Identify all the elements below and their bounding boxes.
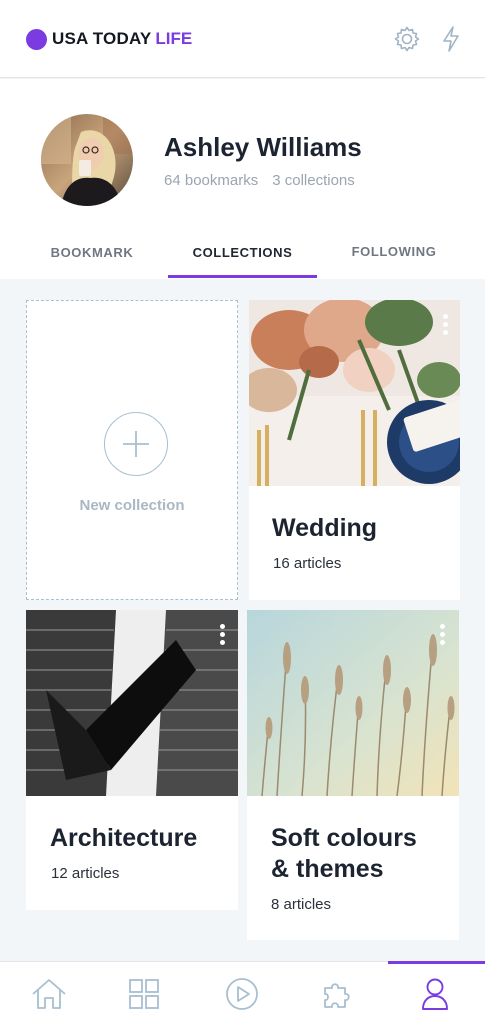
collection-card-wedding[interactable]: Wedding 16 articles	[249, 300, 460, 600]
tab-collections[interactable]: COLLECTIONS	[168, 245, 317, 260]
collection-card-soft-colours[interactable]: Soft colours & themes 8 articles	[247, 610, 459, 940]
avatar[interactable]	[41, 114, 133, 206]
tab-following[interactable]: FOLLOWING	[340, 244, 448, 259]
nav-puzzle[interactable]	[317, 976, 357, 1012]
nav-grid[interactable]	[124, 976, 164, 1012]
bottom-nav	[0, 961, 485, 1024]
grid-icon	[129, 979, 159, 1009]
collection-title-line1: Soft colours	[271, 824, 417, 852]
more-options-icon[interactable]	[220, 624, 226, 645]
bookmark-count: 64 bookmarks	[164, 172, 259, 189]
more-options-icon[interactable]	[443, 314, 449, 335]
profile-stats: 64 bookmarks 3 collections	[164, 172, 355, 189]
collection-card-architecture[interactable]: Architecture 12 articles	[26, 610, 238, 910]
play-icon	[226, 978, 258, 1010]
nav-home[interactable]	[29, 976, 69, 1012]
settings-button[interactable]	[390, 22, 424, 56]
active-tab-indicator	[168, 275, 317, 278]
gear-icon	[394, 26, 420, 52]
lightning-button[interactable]	[434, 22, 468, 56]
top-bar: USA TODAY LIFE	[0, 0, 485, 78]
logo-dot	[26, 28, 47, 50]
home-icon	[32, 979, 66, 1009]
tab-bookmark[interactable]: BOOKMARK	[40, 245, 144, 260]
collection-count: 12 articles	[51, 865, 120, 882]
logo[interactable]: USA TODAY LIFE	[26, 28, 192, 50]
lightning-icon	[443, 26, 459, 52]
active-nav-indicator	[388, 961, 485, 964]
plus-circle[interactable]	[104, 412, 168, 476]
new-collection-card[interactable]: New collection	[26, 300, 238, 600]
nav-profile[interactable]	[415, 976, 455, 1012]
nav-video[interactable]	[222, 976, 262, 1012]
collection-title: Soft colours & themes	[271, 823, 417, 885]
profile-icon	[422, 978, 448, 1010]
new-collection-label: New collection	[79, 497, 185, 514]
plus-icon	[123, 431, 149, 457]
collection-title: Architecture	[50, 824, 198, 852]
more-options-icon[interactable]	[440, 624, 446, 645]
puzzle-icon	[324, 983, 350, 1008]
collection-title: Wedding	[272, 514, 378, 542]
profile-tabs: BOOKMARK COLLECTIONS FOLLOWING	[0, 239, 485, 279]
logo-text: USA TODAY	[52, 29, 152, 48]
soft-colours-image	[247, 610, 459, 796]
profile-name: Ashley Williams	[164, 132, 362, 162]
collection-count: 3 collections	[272, 172, 355, 189]
collection-title-line2: & themes	[271, 855, 384, 883]
collection-count: 8 articles	[271, 896, 332, 913]
architecture-image	[26, 610, 238, 796]
avatar-image	[41, 114, 133, 206]
logo-suffix: LIFE	[155, 29, 193, 48]
collection-count: 16 articles	[273, 555, 342, 572]
wedding-image	[249, 300, 460, 486]
profile-section: Ashley Williams 64 bookmarks 3 collectio…	[0, 79, 485, 279]
